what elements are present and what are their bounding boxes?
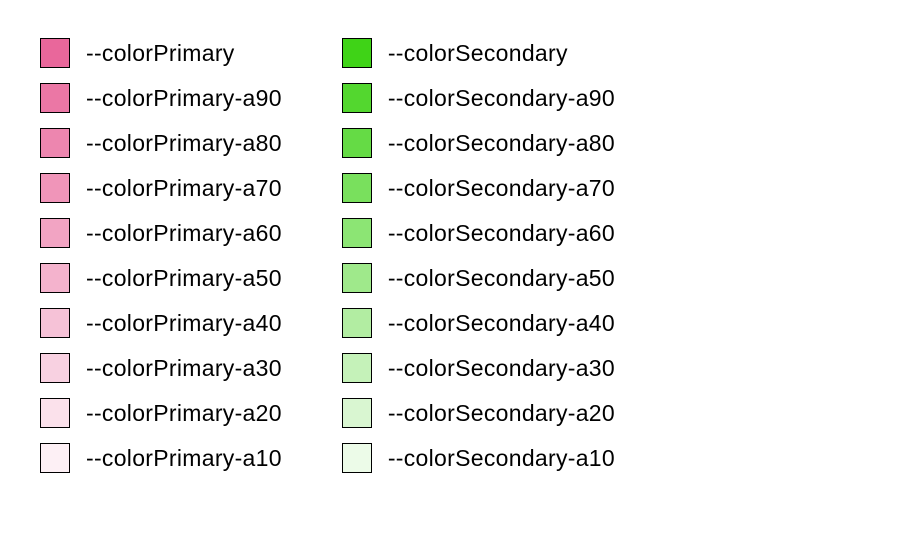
swatch-row: --colorSecondary-a90: [342, 83, 615, 113]
swatch-box: [40, 398, 70, 428]
swatch-box: [40, 353, 70, 383]
swatch-box: [40, 38, 70, 68]
swatch-label: --colorSecondary-a20: [388, 400, 615, 427]
swatch-row: --colorSecondary-a30: [342, 353, 615, 383]
swatch-label: --colorSecondary-a40: [388, 310, 615, 337]
swatch-row: --colorSecondary: [342, 38, 615, 68]
swatch-row: --colorSecondary-a10: [342, 443, 615, 473]
swatch-box: [342, 83, 372, 113]
swatch-label: --colorSecondary-a80: [388, 130, 615, 157]
swatch-label: --colorPrimary-a80: [86, 130, 282, 157]
swatch-box: [342, 173, 372, 203]
swatch-box: [40, 83, 70, 113]
swatch-label: --colorSecondary-a70: [388, 175, 615, 202]
swatch-label: --colorPrimary-a20: [86, 400, 282, 427]
swatch-label: --colorSecondary-a30: [388, 355, 615, 382]
swatch-row: --colorPrimary-a50: [40, 263, 282, 293]
swatch-box: [40, 128, 70, 158]
swatch-row: --colorSecondary-a50: [342, 263, 615, 293]
swatch-row: --colorPrimary-a70: [40, 173, 282, 203]
swatch-label: --colorPrimary-a50: [86, 265, 282, 292]
swatch-row: --colorSecondary-a80: [342, 128, 615, 158]
swatch-box: [342, 398, 372, 428]
swatch-label: --colorSecondary-a60: [388, 220, 615, 247]
swatch-box: [40, 173, 70, 203]
swatch-row: --colorPrimary-a40: [40, 308, 282, 338]
swatch-row: --colorPrimary-a60: [40, 218, 282, 248]
swatch-label: --colorSecondary-a10: [388, 445, 615, 472]
swatch-box: [342, 308, 372, 338]
swatch-box: [342, 128, 372, 158]
primary-column: --colorPrimary --colorPrimary-a90 --colorP…: [40, 38, 282, 473]
swatch-label: --colorPrimary-a40: [86, 310, 282, 337]
swatch-columns: --colorPrimary --colorPrimary-a90 --colorP…: [40, 38, 862, 473]
swatch-row: --colorSecondary-a40: [342, 308, 615, 338]
swatch-label: --colorSecondary-a90: [388, 85, 615, 112]
swatch-box: [40, 443, 70, 473]
swatch-box: [40, 308, 70, 338]
swatch-box: [40, 263, 70, 293]
swatch-box: [342, 263, 372, 293]
swatch-row: --colorSecondary-a20: [342, 398, 615, 428]
swatch-label: --colorPrimary: [86, 40, 235, 67]
secondary-column: --colorSecondary --colorSecondary-a90 --co…: [342, 38, 615, 473]
swatch-row: --colorSecondary-a60: [342, 218, 615, 248]
swatch-box: [342, 218, 372, 248]
swatch-label: --colorPrimary-a10: [86, 445, 282, 472]
swatch-label: --colorPrimary-a70: [86, 175, 282, 202]
swatch-row: --colorPrimary-a30: [40, 353, 282, 383]
swatch-box: [342, 353, 372, 383]
swatch-box: [342, 443, 372, 473]
swatch-row: --colorPrimary-a90: [40, 83, 282, 113]
swatch-label: --colorPrimary-a60: [86, 220, 282, 247]
swatch-label: --colorPrimary-a30: [86, 355, 282, 382]
swatch-label: --colorPrimary-a90: [86, 85, 282, 112]
swatch-row: --colorPrimary: [40, 38, 282, 68]
swatch-label: --colorSecondary: [388, 40, 568, 67]
swatch-box: [342, 38, 372, 68]
swatch-row: --colorPrimary-a10: [40, 443, 282, 473]
swatch-label: --colorSecondary-a50: [388, 265, 615, 292]
swatch-row: --colorSecondary-a70: [342, 173, 615, 203]
swatch-row: --colorPrimary-a20: [40, 398, 282, 428]
swatch-box: [40, 218, 70, 248]
swatch-row: --colorPrimary-a80: [40, 128, 282, 158]
